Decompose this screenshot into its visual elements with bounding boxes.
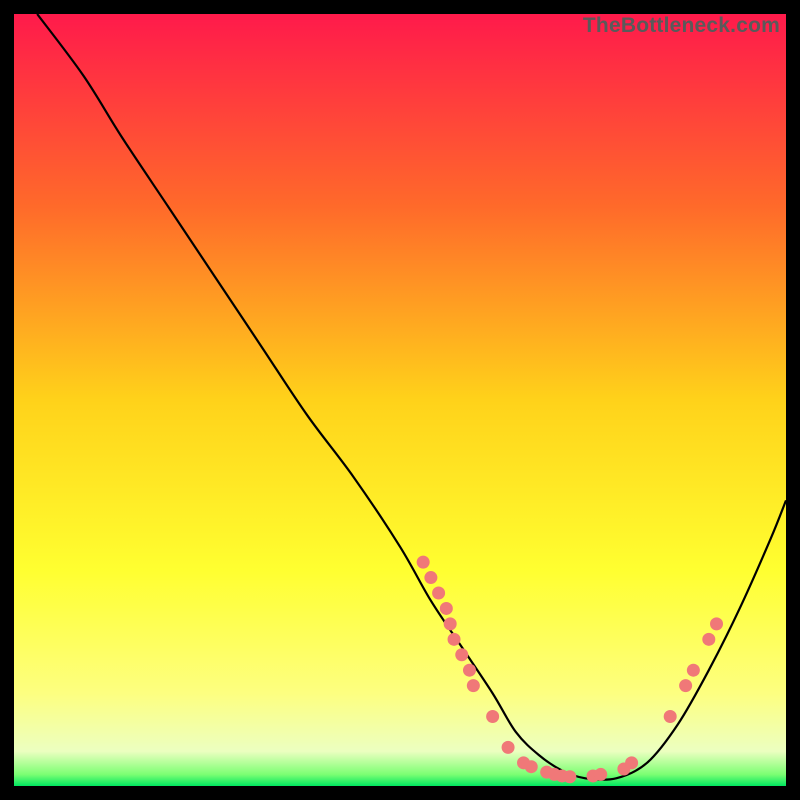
watermark-text: TheBottleneck.com (583, 14, 780, 38)
data-marker (463, 664, 476, 677)
chart-svg (14, 14, 786, 786)
data-marker (448, 633, 461, 646)
data-marker (594, 768, 607, 781)
data-marker (424, 571, 437, 584)
data-marker (502, 741, 515, 754)
data-marker (525, 760, 538, 773)
data-marker (417, 556, 430, 569)
data-marker (444, 617, 457, 630)
chart-frame: TheBottleneck.com (14, 14, 786, 786)
data-marker (563, 770, 576, 783)
data-marker (625, 756, 638, 769)
data-marker (440, 602, 453, 615)
data-marker (455, 648, 468, 661)
data-marker (467, 679, 480, 692)
data-marker (432, 587, 445, 600)
gradient-background (14, 14, 786, 786)
data-marker (702, 633, 715, 646)
data-marker (679, 679, 692, 692)
data-marker (486, 710, 499, 723)
data-marker (664, 710, 677, 723)
data-marker (687, 664, 700, 677)
data-marker (710, 617, 723, 630)
